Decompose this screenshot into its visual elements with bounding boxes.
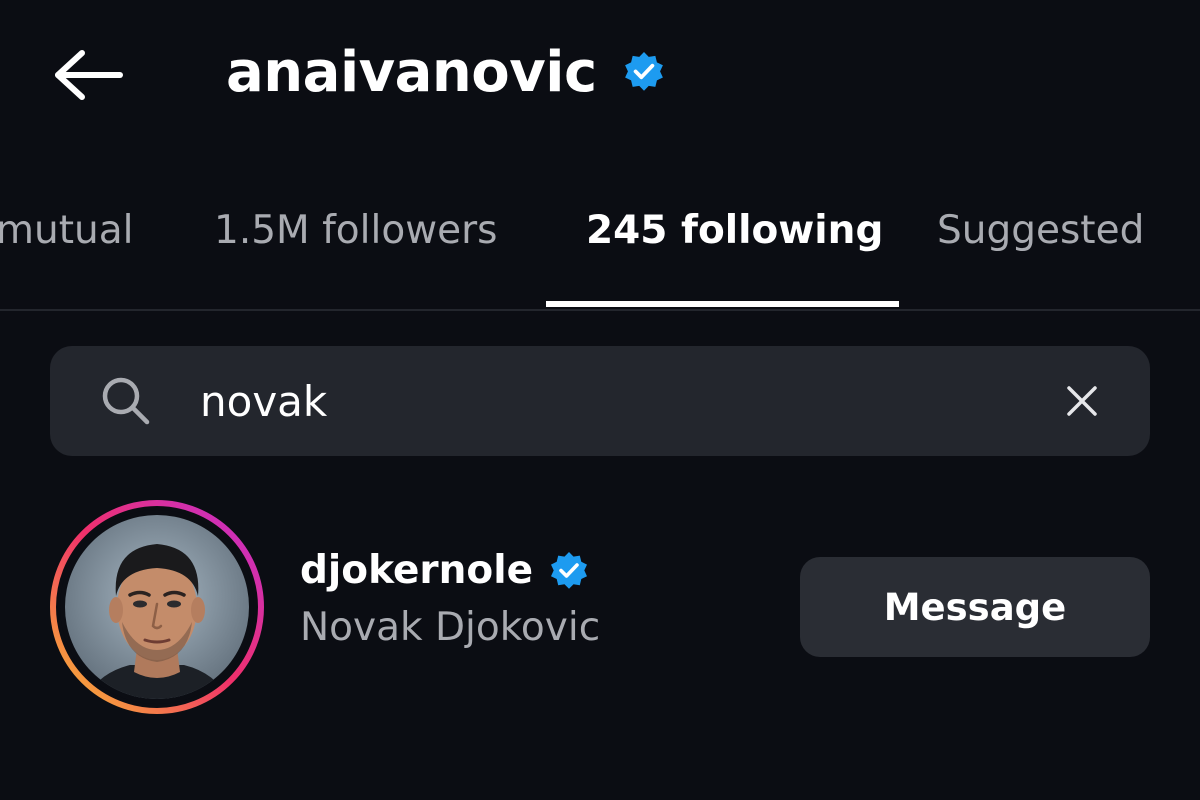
avatar[interactable] — [50, 500, 264, 714]
search-bar — [50, 346, 1150, 456]
tab-mutual[interactable]: mutual — [0, 208, 133, 253]
result-username[interactable]: djokernole — [300, 548, 533, 593]
username-line: djokernole — [300, 548, 600, 593]
clear-search-button[interactable] — [1056, 375, 1108, 427]
search-icon — [102, 377, 150, 425]
user-info: djokernole Novak Djokovic — [300, 548, 600, 650]
verified-badge-icon — [549, 551, 589, 591]
active-tab-indicator — [546, 301, 899, 307]
back-button[interactable] — [44, 40, 132, 110]
tab-following[interactable]: 245 following — [586, 208, 883, 253]
search-result-item[interactable]: djokernole Novak Djokovic Message — [0, 490, 1200, 730]
header-title-group: anaivanovic — [226, 34, 665, 110]
tab-suggested[interactable]: Suggested — [937, 208, 1144, 253]
result-full-name: Novak Djokovic — [300, 605, 601, 650]
close-icon — [1067, 386, 1097, 416]
page-title: anaivanovic — [226, 39, 597, 105]
message-button[interactable]: Message — [800, 557, 1150, 657]
search-input[interactable] — [200, 366, 1020, 436]
screen: anaivanovic mutual 1.5M followers 245 fo… — [0, 0, 1200, 800]
verified-badge-icon — [623, 51, 665, 93]
follow-tabs: mutual 1.5M followers 245 following Sugg… — [0, 190, 1200, 311]
tab-followers[interactable]: 1.5M followers — [214, 208, 497, 253]
tabs-divider — [0, 309, 1200, 311]
arrow-left-icon — [55, 50, 123, 100]
